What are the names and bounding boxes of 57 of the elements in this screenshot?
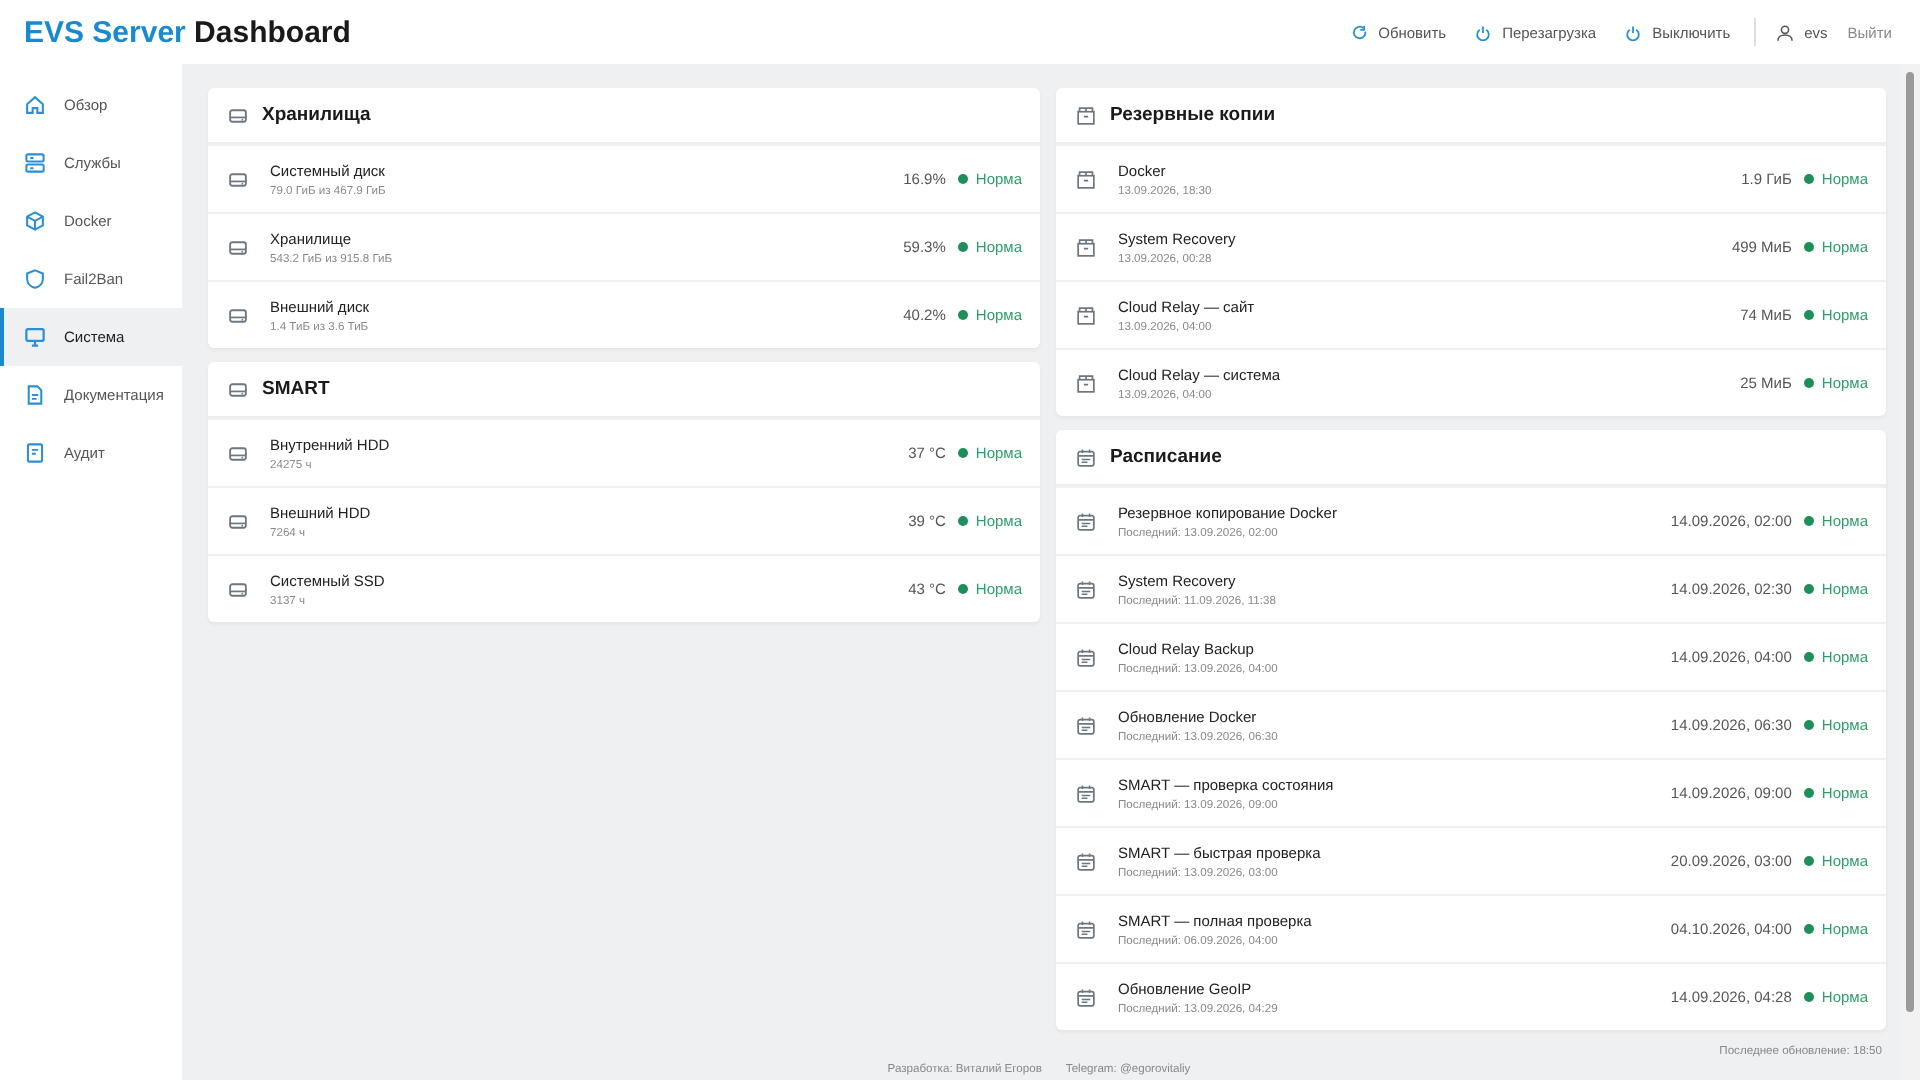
- drive-icon: [228, 511, 248, 531]
- status-dot: [1803, 788, 1814, 798]
- refresh-icon: [1350, 23, 1369, 41]
- archive-box-icon: [1076, 105, 1096, 125]
- calendar-icon: [1076, 851, 1096, 871]
- archive-box-icon: [1076, 305, 1096, 325]
- status-dot: [1803, 310, 1814, 320]
- card-title: Хранилища: [262, 104, 371, 126]
- status-dot: [1803, 174, 1814, 184]
- shield-icon: [24, 268, 46, 290]
- status-dot: [1803, 516, 1814, 526]
- drive-icon: [228, 443, 248, 463]
- status-dot: [1803, 924, 1814, 934]
- calendar-icon: [1076, 919, 1096, 939]
- status-dot: [1803, 584, 1814, 594]
- card-title: Расписание: [1110, 446, 1222, 468]
- calendar-icon: [1076, 783, 1096, 803]
- calendar-icon: [1076, 987, 1096, 1007]
- calendar-icon: [1076, 511, 1096, 531]
- drive-icon: [228, 237, 248, 257]
- status-dot: [957, 584, 968, 594]
- archive-box-icon: [1076, 237, 1096, 257]
- cube-icon: [24, 210, 46, 232]
- status-dot: [957, 516, 968, 526]
- archive-box-icon: [1076, 373, 1096, 393]
- status-dot: [1803, 720, 1814, 730]
- power-icon: [1624, 23, 1643, 41]
- drive-icon: [228, 379, 248, 399]
- calendar-icon: [1076, 579, 1096, 599]
- scrollbar[interactable]: [1900, 64, 1920, 1080]
- status-dot: [957, 448, 968, 458]
- drive-icon: [228, 105, 248, 125]
- calendar-icon: [1076, 715, 1096, 735]
- status-dot: [1803, 652, 1814, 662]
- card-title: SMART: [262, 378, 330, 400]
- status-dot: [1803, 378, 1814, 388]
- status-dot: [1803, 242, 1814, 252]
- card-title: Резервные копии: [1110, 104, 1276, 126]
- server-icon: [24, 152, 46, 174]
- monitor-icon: [24, 326, 46, 348]
- drive-icon: [228, 169, 248, 189]
- calendar-icon: [1076, 447, 1096, 467]
- status-dot: [957, 174, 968, 184]
- drive-icon: [228, 305, 248, 325]
- clipboard-icon: [24, 442, 46, 464]
- app-title: EVS Server Dashboard: [24, 15, 351, 49]
- power-icon: [1474, 23, 1493, 41]
- status-dot: [957, 242, 968, 252]
- calendar-icon: [1076, 647, 1096, 667]
- archive-box-icon: [1076, 169, 1096, 189]
- status-dot: [957, 310, 968, 320]
- home-icon: [24, 94, 46, 116]
- drive-icon: [228, 579, 248, 599]
- document-icon: [24, 384, 46, 406]
- status-dot: [1803, 856, 1814, 866]
- status-dot: [1803, 992, 1814, 1002]
- user-icon: [1776, 23, 1795, 41]
